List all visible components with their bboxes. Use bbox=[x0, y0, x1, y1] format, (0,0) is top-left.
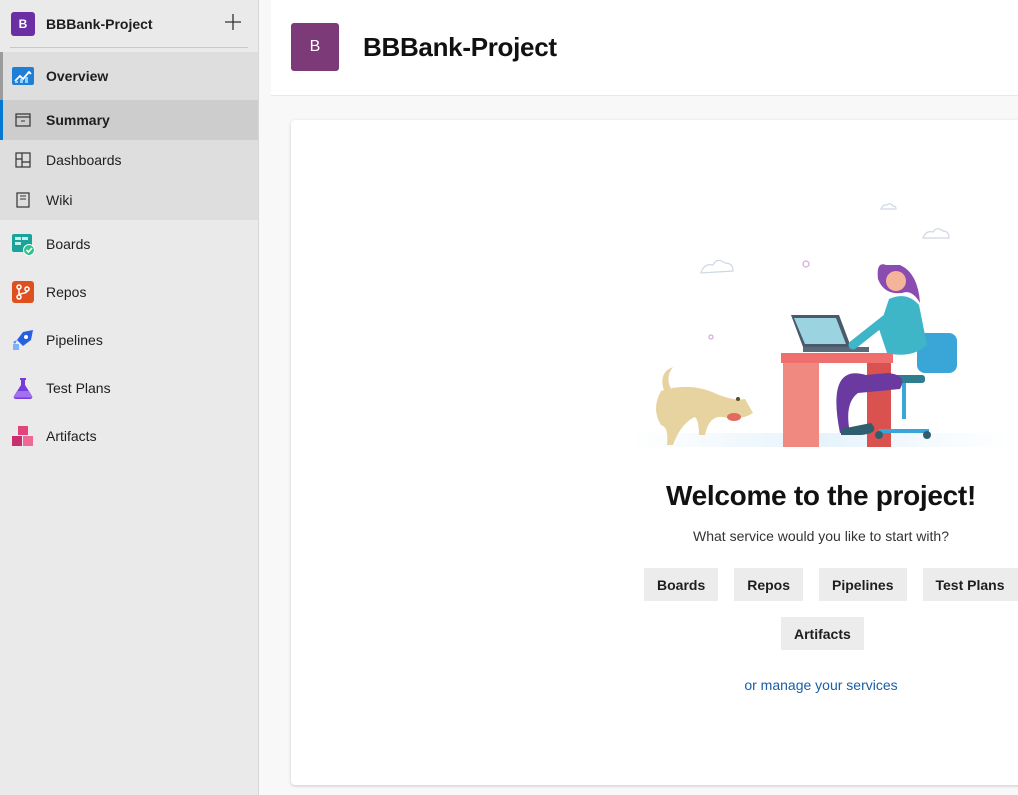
manage-services-link[interactable]: or manage your services bbox=[621, 677, 1018, 693]
service-buttons-row2: Artifacts bbox=[781, 617, 864, 650]
sidebar-item-artifacts[interactable]: Artifacts bbox=[0, 412, 258, 460]
sidebar-item-label: Dashboards bbox=[46, 152, 122, 168]
sidebar-item-summary[interactable]: Summary bbox=[0, 100, 258, 140]
project-header: B BBBank-Project bbox=[0, 0, 258, 48]
test-plans-button[interactable]: Test Plans bbox=[922, 568, 1018, 601]
sidebar-item-dashboards[interactable]: Dashboards bbox=[0, 140, 258, 180]
repos-icon bbox=[11, 280, 35, 304]
welcome-title: Welcome to the project! bbox=[666, 480, 976, 511]
welcome-card: Welcome to the project! What service wou… bbox=[291, 120, 1018, 785]
artifacts-button[interactable]: Artifacts bbox=[781, 617, 864, 650]
sidebar-item-label: Artifacts bbox=[46, 428, 97, 444]
sidebar-item-wiki[interactable]: Wiki bbox=[0, 180, 258, 220]
pipelines-button[interactable]: Pipelines bbox=[819, 568, 907, 601]
sidebar-item-boards[interactable]: Boards bbox=[0, 220, 258, 268]
sidebar-item-label: Summary bbox=[46, 112, 110, 128]
welcome-subtitle: What service would you like to start wit… bbox=[693, 528, 949, 544]
pipelines-icon bbox=[11, 328, 35, 352]
sidebar-item-label: Test Plans bbox=[46, 380, 111, 396]
sidebar-item-overview[interactable]: Overview bbox=[0, 52, 258, 100]
summary-icon bbox=[13, 110, 33, 130]
service-buttons: Boards Repos Pipelines Test Plans bbox=[644, 568, 1018, 601]
project-name[interactable]: BBBank-Project bbox=[46, 16, 153, 32]
sidebar-item-test-plans[interactable]: Test Plans bbox=[0, 364, 258, 412]
overview-group: Overview Summary Dashboards Wiki bbox=[0, 52, 258, 220]
test-plans-icon bbox=[11, 376, 35, 400]
repos-button[interactable]: Repos bbox=[734, 568, 804, 601]
sidebar-item-label: Wiki bbox=[46, 192, 73, 208]
sidebar: B BBBank-Project Overview Summary Dashbo… bbox=[0, 0, 259, 795]
overview-icon bbox=[11, 64, 35, 88]
project-avatar[interactable]: B bbox=[11, 12, 35, 36]
sidebar-item-pipelines[interactable]: Pipelines bbox=[0, 316, 258, 364]
project-avatar-large: B bbox=[291, 23, 339, 71]
new-item-plus-icon[interactable] bbox=[223, 12, 243, 32]
boards-button[interactable]: Boards bbox=[644, 568, 719, 601]
sidebar-item-label: Boards bbox=[46, 236, 91, 252]
boards-icon bbox=[11, 232, 35, 256]
artifacts-icon bbox=[11, 424, 35, 448]
main-header: B BBBank-Project bbox=[271, 0, 1018, 96]
wiki-icon bbox=[13, 190, 33, 210]
dashboards-icon bbox=[13, 150, 33, 170]
sidebar-item-label: Repos bbox=[46, 284, 87, 300]
sidebar-item-label: Pipelines bbox=[46, 332, 103, 348]
sidebar-item-label: Overview bbox=[46, 68, 109, 84]
page-title: BBBank-Project bbox=[363, 32, 557, 62]
welcome-illustration bbox=[631, 203, 1011, 447]
sidebar-item-repos[interactable]: Repos bbox=[0, 268, 258, 316]
